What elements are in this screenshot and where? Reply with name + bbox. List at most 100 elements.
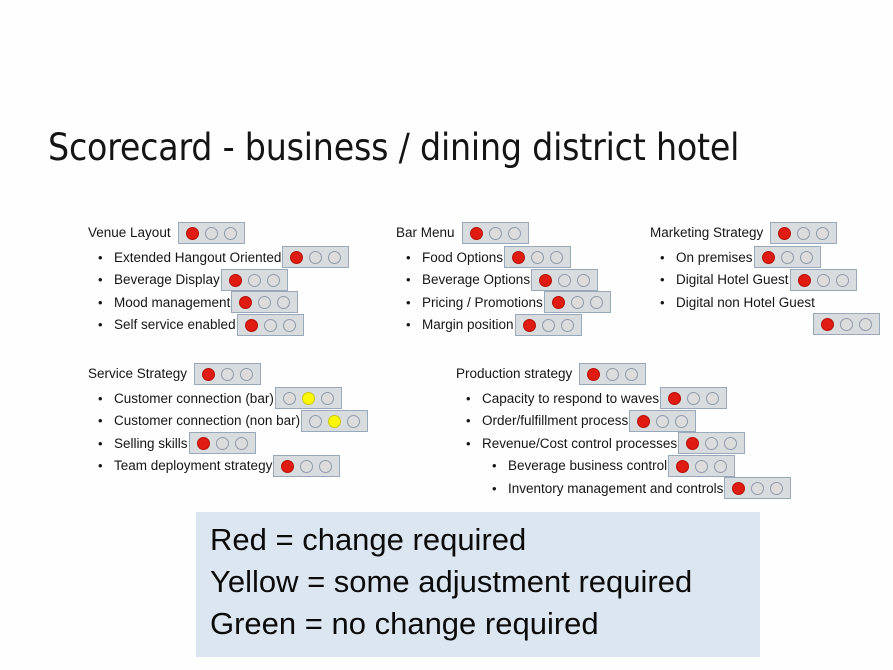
bullet-icon: •	[98, 435, 103, 451]
yellow-status-dot	[301, 392, 315, 406]
list-item: • On premises	[650, 246, 880, 269]
empty-status-dot	[263, 318, 277, 332]
list-item: • Digital Hotel Guest	[650, 268, 880, 291]
score-indicator-item[interactable]	[543, 291, 611, 314]
red-status-dot	[185, 227, 199, 240]
score-indicator-item[interactable]	[724, 477, 792, 500]
score-indicator-item[interactable]	[504, 246, 572, 269]
empty-status-dot	[835, 273, 849, 287]
red-status-dot	[587, 368, 601, 381]
empty-status-dot	[751, 482, 765, 496]
bullet-icon: •	[98, 390, 103, 406]
score-indicator-item[interactable]	[660, 387, 728, 410]
section-production-strategy: Production strategy • Capacity to respond …	[456, 363, 792, 500]
list-item-label: Capacity to respond to waves	[482, 390, 660, 406]
empty-status-dot	[328, 251, 342, 265]
score-indicator-section[interactable]	[177, 222, 245, 244]
list-item: • Margin position	[396, 313, 611, 336]
section-bar-menu: Bar Menu • Food Options • Beverage Options • P…	[396, 222, 611, 336]
score-indicator-section[interactable]	[579, 363, 647, 385]
red-status-dot	[539, 273, 553, 287]
empty-status-dot	[816, 227, 830, 240]
score-indicator-item[interactable]	[273, 454, 341, 477]
score-indicator-item[interactable]	[629, 409, 697, 432]
score-indicator-item[interactable]	[789, 268, 857, 291]
section-title: Marketing Strategy	[650, 225, 764, 240]
empty-status-dot	[570, 296, 584, 310]
list-item: • Extended Hangout Oriented	[88, 246, 350, 269]
red-status-dot	[686, 437, 700, 451]
empty-status-dot	[488, 227, 502, 240]
yellow-status-dot	[328, 414, 342, 428]
list-item: • Team deployment strategy	[88, 454, 368, 477]
red-status-dot	[761, 251, 775, 265]
score-indicator-item[interactable]	[301, 409, 369, 432]
section-header-bar-menu: Bar Menu	[396, 222, 611, 244]
empty-status-dot	[799, 251, 813, 265]
empty-status-dot	[550, 251, 564, 265]
empty-status-dot	[541, 318, 555, 332]
score-indicator-item[interactable]	[514, 313, 582, 336]
red-status-dot	[228, 273, 242, 287]
empty-status-dot	[656, 414, 670, 428]
score-indicator-item[interactable]	[188, 432, 256, 455]
bullet-icon: •	[406, 272, 411, 288]
score-indicator-item[interactable]	[813, 312, 880, 335]
score-indicator-item[interactable]	[668, 454, 736, 477]
list-item-label: Inventory management and controls	[508, 480, 724, 496]
bullet-icon: •	[98, 294, 103, 310]
list-item-label: Digital Hotel Guest	[676, 272, 789, 288]
red-status-dot	[290, 251, 304, 265]
empty-status-dot	[531, 251, 545, 265]
score-indicator-item[interactable]	[236, 313, 304, 336]
section-title: Venue Layout	[88, 225, 171, 240]
score-indicator-item[interactable]	[678, 432, 746, 455]
list-item: • Beverage business control	[456, 454, 791, 477]
list-item-label: Customer connection (bar)	[114, 390, 274, 406]
score-indicator-row	[650, 312, 880, 335]
score-indicator-item[interactable]	[753, 246, 821, 269]
empty-status-dot	[770, 482, 784, 496]
red-status-dot	[244, 318, 258, 332]
score-indicator-item[interactable]	[531, 268, 599, 291]
score-indicator-section[interactable]	[461, 222, 529, 244]
empty-status-dot	[675, 414, 689, 428]
bullet-icon: •	[492, 458, 497, 474]
score-indicator-item[interactable]	[220, 268, 288, 291]
list-item: • Customer connection (non bar)	[88, 409, 369, 432]
page-title: Scorecard - business / dining district h…	[48, 126, 740, 169]
score-indicator-item[interactable]	[282, 246, 350, 269]
bullet-icon: •	[98, 249, 103, 265]
empty-status-dot	[221, 368, 235, 381]
list-item-label: Extended Hangout Oriented	[114, 249, 282, 265]
bullet-icon: •	[406, 317, 411, 333]
empty-status-dot	[277, 296, 291, 310]
red-status-dot	[551, 296, 565, 310]
section-header-service-strategy: Service Strategy	[88, 363, 368, 385]
empty-status-dot	[319, 459, 333, 473]
bullet-icon: •	[660, 294, 665, 310]
score-indicator-item[interactable]	[231, 291, 299, 314]
red-status-dot	[281, 459, 295, 473]
score-indicator-section[interactable]	[770, 222, 838, 244]
empty-status-dot	[240, 368, 254, 381]
red-status-dot	[239, 296, 253, 310]
empty-status-dot	[309, 251, 323, 265]
empty-status-dot	[309, 414, 323, 428]
red-status-dot	[676, 459, 690, 473]
bullet-icon: •	[98, 458, 103, 474]
legend-box: Red = change required Yellow = some adjus…	[196, 512, 760, 657]
list-item: • Beverage Display	[88, 268, 349, 291]
bullet-icon: •	[406, 294, 411, 310]
legend-line: Red = change required	[210, 522, 527, 557]
list-item: • Pricing / Promotions	[396, 291, 611, 314]
list-item-label: Mood management	[114, 294, 231, 310]
score-indicator-item[interactable]	[274, 387, 342, 410]
section-header-production-strategy: Production strategy	[456, 363, 791, 385]
bullet-icon: •	[98, 272, 103, 288]
score-indicator-section[interactable]	[194, 363, 262, 385]
empty-status-dot	[724, 437, 738, 451]
empty-status-dot	[234, 437, 248, 451]
empty-status-dot	[258, 296, 272, 310]
empty-status-dot	[347, 414, 361, 428]
